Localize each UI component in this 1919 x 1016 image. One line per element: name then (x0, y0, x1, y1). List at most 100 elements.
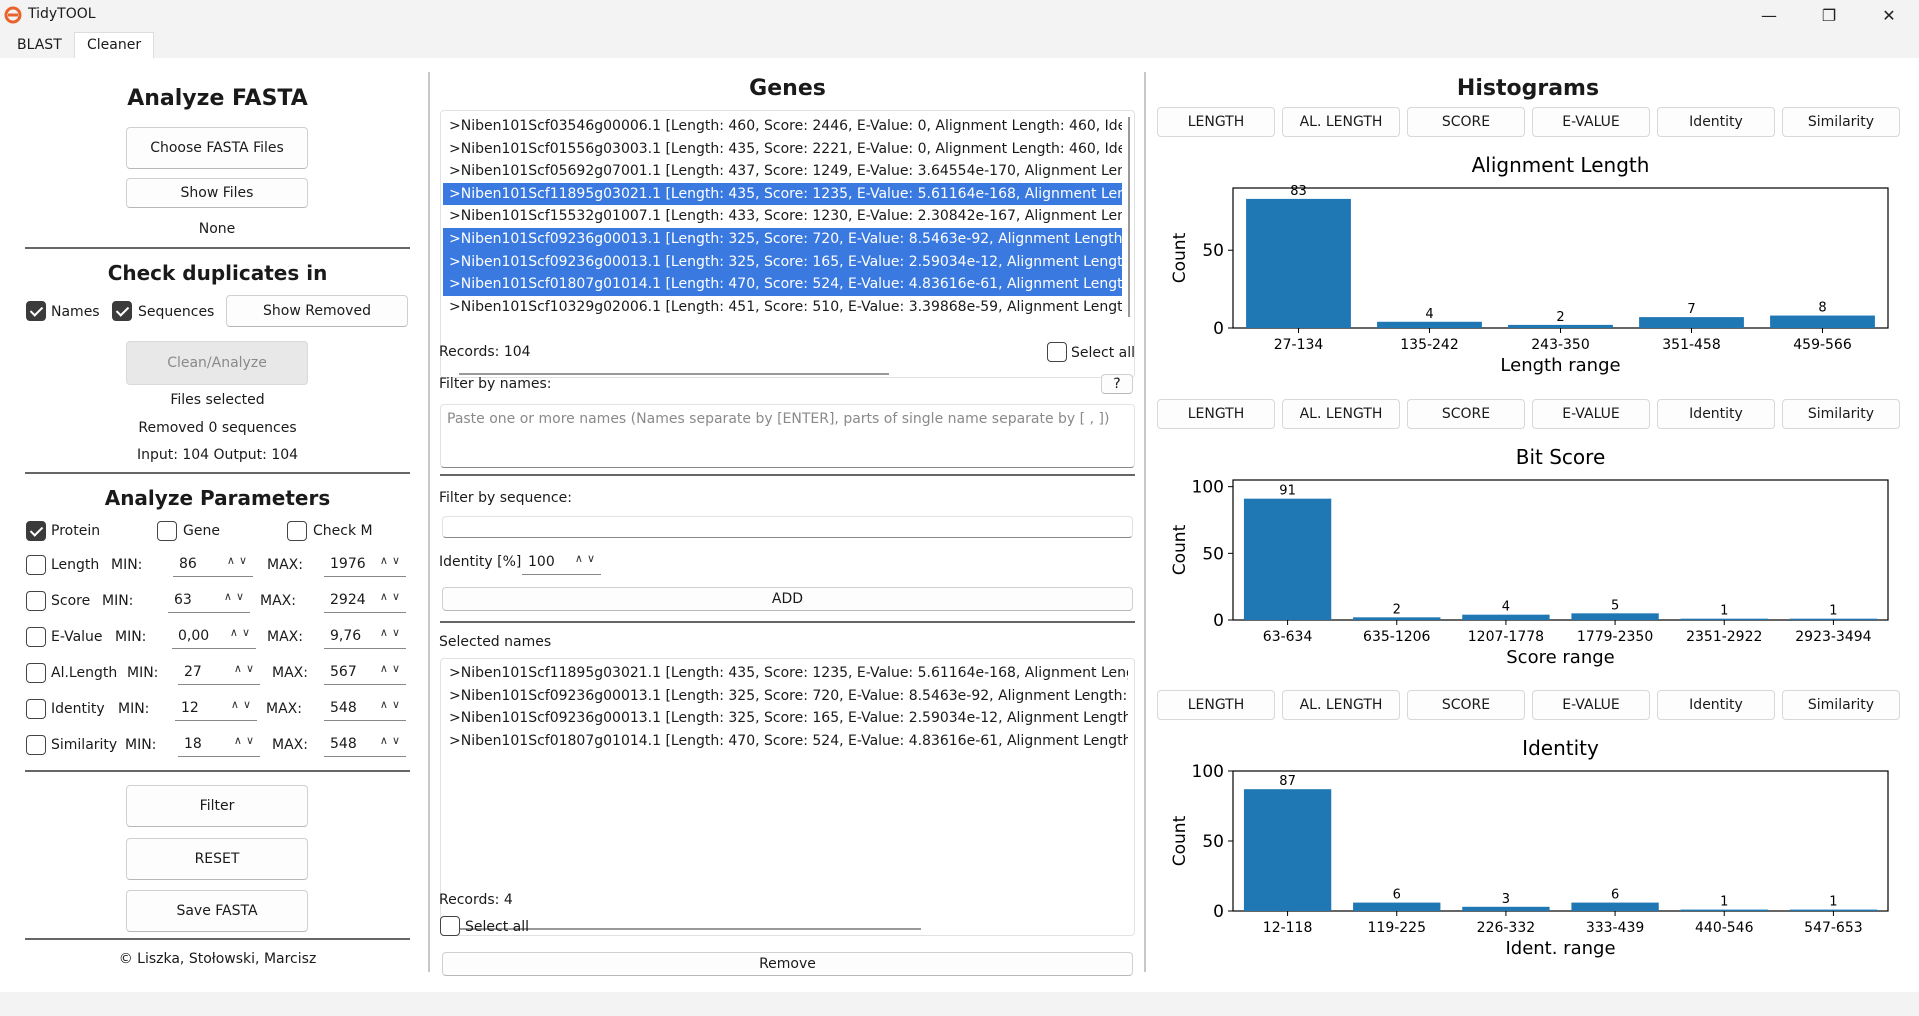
identity-tab[interactable]: Identity (1657, 107, 1775, 137)
similarity-min-spinbox[interactable]: 18 ∧∨ (178, 733, 260, 757)
tab-blast[interactable]: BLAST (4, 32, 75, 58)
e-value-checkbox[interactable] (26, 627, 46, 647)
spin-arrows-icon[interactable]: ∧∨ (380, 662, 404, 675)
gene-list-item[interactable]: >Niben101Scf15532g01007.1 [Length: 433, … (443, 205, 1122, 228)
bar-value-label: 1 (1720, 604, 1728, 619)
e-value-tab[interactable]: E-VALUE (1532, 399, 1650, 429)
e-value-max-spinbox[interactable]: 9,76 ∧∨ (324, 625, 406, 649)
spin-arrows-icon[interactable]: ∧∨ (230, 626, 254, 639)
length-tab[interactable]: LENGTH (1157, 399, 1275, 429)
identity-tab[interactable]: Identity (1657, 399, 1775, 429)
select-all-selected-checkbox[interactable] (440, 916, 460, 936)
al-length-tab[interactable]: AL. LENGTH (1282, 690, 1400, 720)
filter-button[interactable]: Filter (126, 785, 308, 827)
similarity-tab[interactable]: Similarity (1782, 399, 1900, 429)
spin-arrows-icon[interactable]: ∧∨ (231, 698, 255, 711)
score-tab[interactable]: SCORE (1407, 399, 1525, 429)
selected-name-item[interactable]: >Niben101Scf11895g03021.1 [Length: 435, … (443, 662, 1128, 685)
gene-list-item[interactable]: >Niben101Scf03546g00006.1 [Length: 460, … (443, 115, 1122, 138)
al-length-checkbox[interactable] (26, 663, 46, 683)
score-tab[interactable]: SCORE (1407, 107, 1525, 137)
reset-button[interactable]: RESET (126, 838, 308, 880)
gene-list-item[interactable]: >Niben101Scf11895g03021.1 [Length: 435, … (443, 182, 1122, 206)
genes-hscrollbar[interactable] (459, 373, 889, 375)
score-checkbox[interactable] (26, 591, 46, 611)
e-value-max-label: MAX: (267, 629, 303, 645)
minimize-button[interactable]: — (1741, 0, 1797, 30)
similarity-tab[interactable]: Similarity (1782, 690, 1900, 720)
similarity-max-spinbox[interactable]: 548 ∧∨ (324, 733, 406, 757)
remove-button[interactable]: Remove (442, 952, 1133, 976)
identity-tab[interactable]: Identity (1657, 690, 1775, 720)
gene-list-item[interactable]: >Niben101Scf09236g00013.1 [Length: 325, … (443, 250, 1122, 274)
spin-arrows-icon[interactable]: ∧∨ (234, 662, 258, 675)
restore-button[interactable]: ❐ (1801, 0, 1857, 30)
check-m-checkbox[interactable] (287, 521, 307, 541)
x-tick-label: 440-546 (1695, 920, 1754, 936)
help-button[interactable]: ? (1101, 374, 1133, 394)
choose-fasta-files-button[interactable]: Choose FASTA Files (126, 127, 308, 169)
close-button[interactable]: ✕ (1861, 0, 1917, 30)
score-max-spinbox[interactable]: 2924 ∧∨ (324, 589, 406, 613)
al-length-tab[interactable]: AL. LENGTH (1282, 399, 1400, 429)
selected-name-item[interactable]: >Niben101Scf09236g00013.1 [Length: 325, … (443, 707, 1128, 730)
score-min-spinbox[interactable]: 63 ∧∨ (168, 589, 250, 613)
sequences-checkbox[interactable] (112, 301, 132, 321)
spin-arrows-icon[interactable]: ∧∨ (224, 590, 248, 603)
length-tab[interactable]: LENGTH (1157, 107, 1275, 137)
gene-checkbox[interactable] (157, 521, 177, 541)
e-value-min-spinbox[interactable]: 0,00 ∧∨ (172, 625, 256, 649)
spin-arrows-icon[interactable]: ∧∨ (575, 552, 599, 565)
spin-arrows-icon[interactable]: ∧∨ (380, 590, 404, 603)
protein-checkbox[interactable] (26, 521, 46, 541)
al-length-min-spinbox[interactable]: 27 ∧∨ (178, 661, 260, 685)
identity-percent-spinbox[interactable]: 100 ∧∨ (522, 551, 601, 575)
gene-list-item[interactable]: >Niben101Scf05692g07001.1 [Length: 437, … (443, 160, 1122, 183)
identity-min-label: MIN: (118, 701, 150, 717)
genes-vscrollbar[interactable] (1128, 117, 1130, 317)
length-tab[interactable]: LENGTH (1157, 690, 1275, 720)
spin-arrows-icon[interactable]: ∧∨ (380, 698, 404, 711)
similarity-tab[interactable]: Similarity (1782, 107, 1900, 137)
gene-list-item[interactable]: >Niben101Scf09236g00013.1 [Length: 325, … (443, 227, 1122, 251)
score-tab[interactable]: SCORE (1407, 690, 1525, 720)
x-tick-label: 226-332 (1477, 920, 1536, 936)
spin-arrows-icon[interactable]: ∧∨ (380, 626, 404, 639)
show-removed-button[interactable]: Show Removed (226, 295, 408, 327)
bar-value-label: 2 (1393, 602, 1401, 617)
spin-arrows-icon[interactable]: ∧∨ (227, 554, 251, 567)
gene-list-item[interactable]: >Niben101Scf10329g02006.1 [Length: 451, … (443, 296, 1122, 319)
al-length-max-spinbox[interactable]: 567 ∧∨ (324, 661, 406, 685)
sequence-filter-input[interactable] (442, 516, 1133, 538)
names-checkbox[interactable] (26, 301, 46, 321)
spin-arrows-icon[interactable]: ∧∨ (380, 554, 404, 567)
names-filter-textarea[interactable]: Paste one or more names (Names separate … (440, 404, 1135, 468)
add-button[interactable]: ADD (442, 587, 1133, 611)
similarity-checkbox[interactable] (26, 735, 46, 755)
selected-names-list[interactable]: >Niben101Scf11895g03021.1 [Length: 435, … (440, 658, 1135, 936)
e-value-tab[interactable]: E-VALUE (1532, 690, 1650, 720)
e-value-tab[interactable]: E-VALUE (1532, 107, 1650, 137)
identity-max-spinbox[interactable]: 548 ∧∨ (324, 697, 406, 721)
x-tick-label: 635-1206 (1363, 629, 1430, 645)
spin-arrows-icon[interactable]: ∧∨ (234, 734, 258, 747)
al-length-tab[interactable]: AL. LENGTH (1282, 107, 1400, 137)
save-fasta-button[interactable]: Save FASTA (126, 890, 308, 932)
select-all-checkbox[interactable] (1047, 342, 1067, 362)
restore-icon: ❐ (1821, 5, 1837, 25)
identity-checkbox[interactable] (26, 699, 46, 719)
genes-list[interactable]: >Niben101Scf03546g00006.1 [Length: 460, … (440, 110, 1135, 378)
identity-min-spinbox[interactable]: 12 ∧∨ (175, 697, 257, 721)
length-max-spinbox[interactable]: 1976 ∧∨ (324, 553, 406, 577)
length-checkbox[interactable] (26, 555, 46, 575)
show-files-button[interactable]: Show Files (126, 178, 308, 208)
length-min-value: 86 (179, 556, 197, 572)
selected-name-item[interactable]: >Niben101Scf09236g00013.1 [Length: 325, … (443, 685, 1128, 708)
clean-analyze-button[interactable]: Clean/Analyze (126, 341, 308, 385)
selected-name-item[interactable]: >Niben101Scf01807g01014.1 [Length: 470, … (443, 730, 1128, 753)
gene-list-item[interactable]: >Niben101Scf01807g01014.1 [Length: 470, … (443, 273, 1122, 296)
spin-arrows-icon[interactable]: ∧∨ (380, 734, 404, 747)
length-min-spinbox[interactable]: 86 ∧∨ (173, 553, 253, 577)
tab-cleaner[interactable]: Cleaner (74, 32, 155, 58)
gene-list-item[interactable]: >Niben101Scf01556g03003.1 [Length: 435, … (443, 138, 1122, 161)
